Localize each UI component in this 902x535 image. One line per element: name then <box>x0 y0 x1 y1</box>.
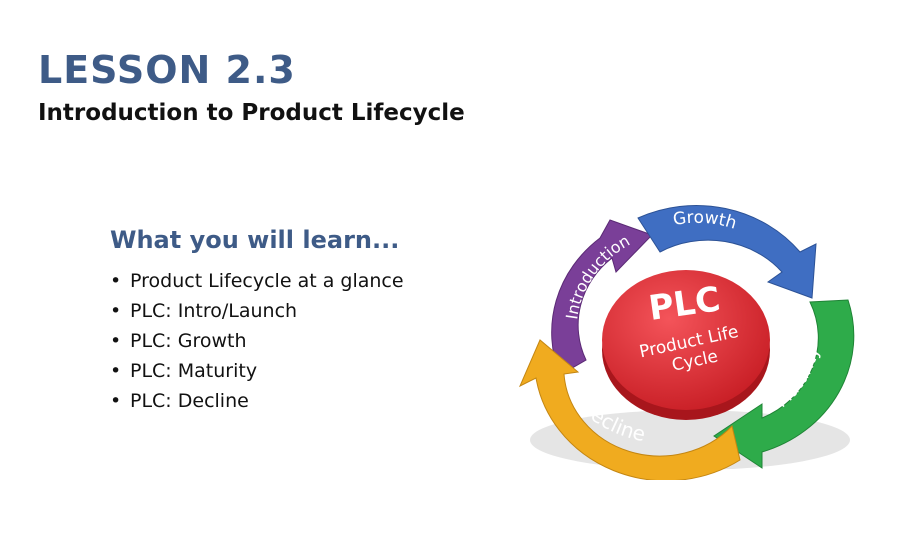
list-item-label: PLC: Decline <box>130 390 249 412</box>
slide-subtitle: Introduction to Product Lifecycle <box>38 100 465 126</box>
bullet-icon: • <box>110 270 122 292</box>
list-item: • PLC: Intro/Launch <box>110 296 404 326</box>
bullet-icon: • <box>110 330 122 352</box>
plc-cycle-graphic: PLC Product Life Cycle Introduction Grow… <box>518 205 855 480</box>
list-item-label: PLC: Growth <box>130 330 247 352</box>
plc-cycle-diagram: PLC Product Life Cycle Introduction Grow… <box>500 190 870 480</box>
bullet-icon: • <box>110 300 122 322</box>
list-item: • PLC: Growth <box>110 326 404 356</box>
slide-title: LESSON 2.3 <box>38 48 296 92</box>
bullet-icon: • <box>110 360 122 382</box>
learn-list: • Product Lifecycle at a glance • PLC: Int… <box>110 266 404 416</box>
list-item-label: Product Lifecycle at a glance <box>130 270 404 292</box>
list-item: • Product Lifecycle at a glance <box>110 266 404 296</box>
list-item-label: PLC: Maturity <box>130 360 258 382</box>
list-item-label: PLC: Intro/Launch <box>130 300 298 322</box>
bullet-icon: • <box>110 390 122 412</box>
list-item: • PLC: Decline <box>110 386 404 416</box>
list-item: • PLC: Maturity <box>110 356 404 386</box>
learn-heading: What you will learn... <box>110 226 400 254</box>
